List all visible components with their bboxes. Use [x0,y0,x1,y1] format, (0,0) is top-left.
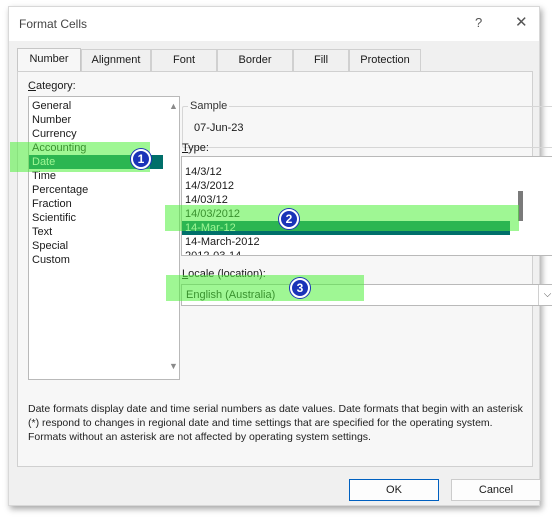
type-scrollbar-thumb[interactable] [518,191,523,221]
type-item[interactable]: 14/03/2012 [182,207,510,221]
type-item[interactable]: 2012-03-14 [182,249,510,255]
locale-value: English (Australia) [186,289,276,301]
cancel-button[interactable]: Cancel [451,479,541,501]
category-list[interactable]: General Number Currency Accounting Date … [28,96,180,380]
category-item-time[interactable]: Time [29,169,163,183]
tab-protection[interactable]: Protection [349,49,421,71]
chevron-down-icon[interactable]: ⌵ [538,285,552,305]
scroll-down-icon[interactable]: ▼ [169,361,178,371]
category-item-fraction[interactable]: Fraction [29,197,163,211]
tab-alignment[interactable]: Alignment [81,49,151,71]
locale-label: Locale (location): [182,268,266,280]
type-label: Type: [182,142,209,154]
type-item[interactable]: 14/03/12 [182,193,510,207]
category-item-special[interactable]: Special [29,239,163,253]
dialog-title: Format Cells [19,17,88,31]
tab-font[interactable]: Font [151,49,217,71]
type-list[interactable]: 14/3/12 14/3/2012 14/03/12 14/03/2012 14… [181,156,552,256]
type-item[interactable]: 14-March-2012 [182,235,510,249]
category-item-custom[interactable]: Custom [29,253,163,267]
category-item-scientific[interactable]: Scientific [29,211,163,225]
close-icon[interactable]: ✕ [515,13,528,31]
category-item-currency[interactable]: Currency [29,127,163,141]
sample-label: Sample [188,100,230,112]
number-tab-panel: Category: General Number Currency Accoun… [17,71,552,467]
step-marker-3: 3 [290,278,310,298]
category-item-number[interactable]: Number [29,113,163,127]
tab-number[interactable]: Number [17,48,81,72]
format-cells-dialog: Format Cells ? ✕ Number Alignment Font B… [8,6,552,506]
type-item[interactable]: 14/3/2012 [182,179,510,193]
locale-dropdown[interactable]: English (Australia) ⌵ [181,284,552,306]
category-item-general[interactable]: General [29,99,163,113]
format-description: Date formats display date and time seria… [28,403,523,443]
tab-border[interactable]: Border [217,49,293,71]
category-item-text[interactable]: Text [29,225,163,239]
step-marker-2: 2 [279,209,299,229]
scroll-up-icon[interactable]: ▲ [169,101,178,111]
ok-button[interactable]: OK [349,479,439,501]
title-bar: Format Cells ? ✕ [9,7,539,41]
category-item-percentage[interactable]: Percentage [29,183,163,197]
help-icon[interactable]: ? [475,15,482,30]
tab-fill[interactable]: Fill [293,49,349,71]
step-marker-1: 1 [131,149,151,169]
sample-value: 07-Jun-23 [194,122,244,134]
type-item-selected[interactable]: 14-Mar-12 [182,221,510,235]
category-label: Category: [28,80,76,92]
type-item[interactable]: 14/3/12 [182,165,510,179]
